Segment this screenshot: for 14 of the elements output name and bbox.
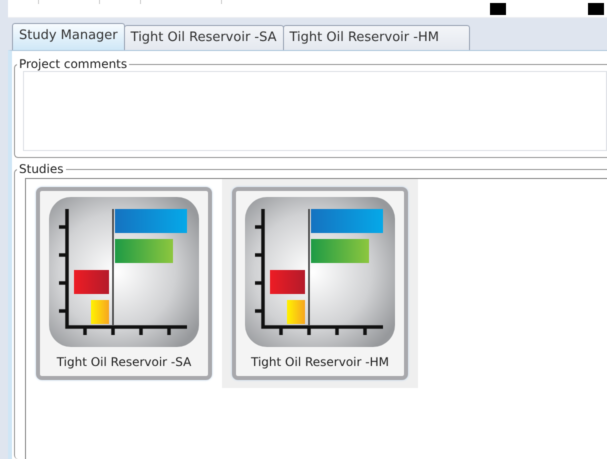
study-item[interactable]: Tight Oil Reservoir -HM [222, 179, 418, 388]
study-icon [245, 197, 395, 347]
redaction-block [490, 3, 506, 15]
group-title: Project comments [18, 57, 128, 71]
tab[interactable]: Study Manager [12, 23, 125, 50]
study-item[interactable]: Tight Oil Reservoir -SA [26, 179, 222, 388]
tab[interactable]: Tight Oil Reservoir -SA [124, 25, 284, 50]
study-label: Tight Oil Reservoir -SA [56, 354, 192, 371]
group-title: Studies [18, 162, 65, 176]
study-label: Tight Oil Reservoir -HM [251, 354, 389, 371]
tab[interactable]: Tight Oil Reservoir -HM [282, 25, 470, 50]
comments-field[interactable] [23, 71, 607, 151]
redaction-block [588, 3, 604, 15]
study-icon [49, 197, 199, 347]
